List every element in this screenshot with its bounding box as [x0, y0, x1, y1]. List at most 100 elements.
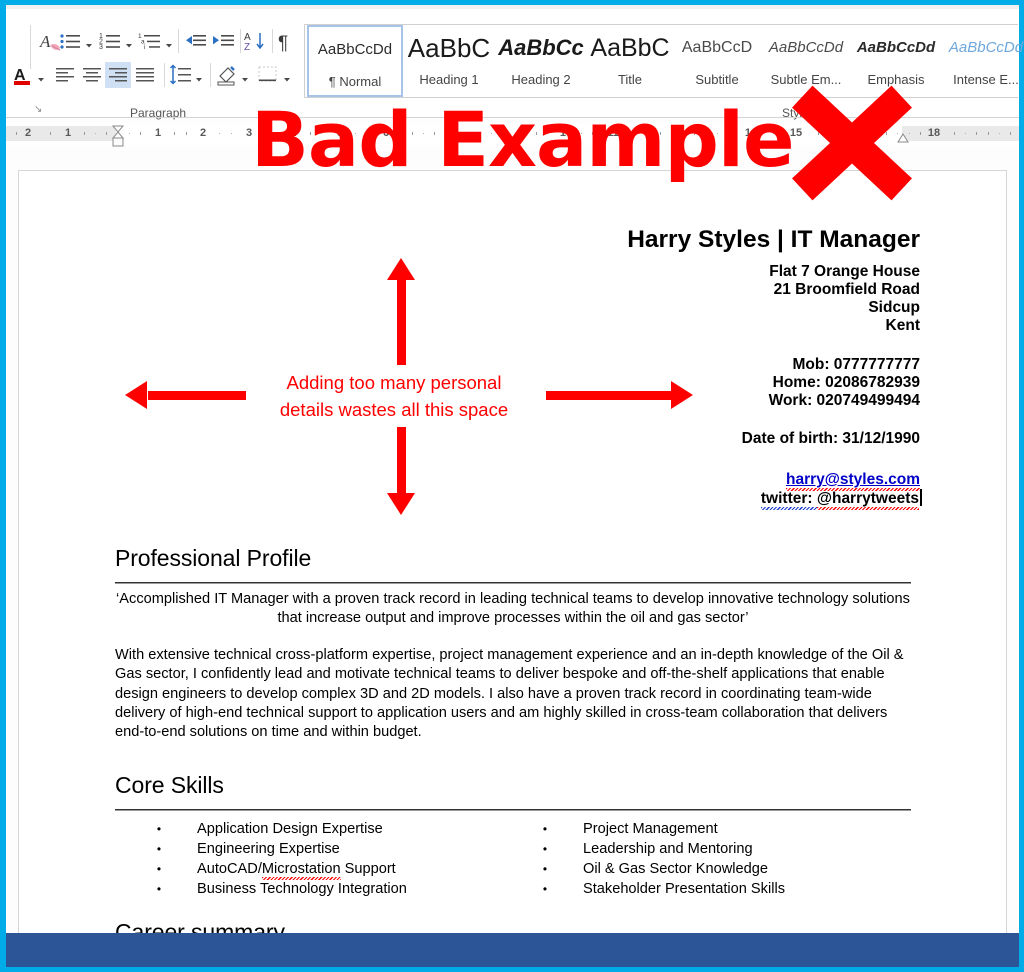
justify-button[interactable]: [134, 65, 158, 87]
multilevel-list-dropdown-arrow-icon[interactable]: [164, 37, 174, 48]
numbering-button[interactable]: 1 2 3: [98, 29, 124, 55]
borders-dropdown-arrow-icon[interactable]: [282, 71, 292, 82]
twitter-line: twitter: @harrytweets: [760, 489, 922, 510]
bullet-icon: •: [156, 822, 162, 836]
style-name-label: Subtitle: [695, 72, 739, 87]
decrease-indent-button[interactable]: [184, 31, 208, 53]
align-left-button[interactable]: [54, 65, 78, 87]
core-skill-item: • Oil & Gas Sector Knowledge: [539, 859, 909, 879]
font-color-dropdown-arrow-icon[interactable]: [36, 71, 46, 82]
left-indent-marker[interactable]: [110, 124, 126, 157]
text-cursor: [920, 489, 922, 506]
ruler-tick: [140, 132, 141, 135]
annotation-arrow-left-shaft: [148, 391, 246, 400]
svg-text:A: A: [39, 32, 51, 51]
core-skill-label: Leadership and Mentoring: [583, 841, 753, 857]
style-sample-text: AaBbC: [407, 33, 491, 63]
phone-mobile: Mob: 0777777777: [792, 356, 920, 373]
shading-button[interactable]: [214, 63, 240, 89]
ruler-tick: [954, 132, 955, 135]
core-skill-label: AutoCAD/Microstation Support: [197, 859, 396, 880]
address-line-2: 21 Broomfield Road: [773, 281, 920, 298]
style-item-intense-e[interactable]: AaBbCcDd Intense E...: [941, 25, 1024, 97]
style-sample-text: AaBbCcDd: [768, 39, 844, 56]
borders-button[interactable]: [256, 63, 280, 87]
ruler-tick: [106, 132, 107, 135]
style-sample-text: AaBbCc: [498, 35, 584, 60]
style-item-subtitle[interactable]: AaBbCcD Subtitle: [673, 25, 761, 97]
document-page[interactable]: Harry Styles | IT Manager Flat 7 Orange …: [18, 170, 1007, 938]
style-sample-text: AaBbCcDd: [856, 39, 936, 56]
style-name-label: Heading 2: [511, 72, 571, 87]
svg-text:¶: ¶: [278, 33, 288, 54]
style-name-label: ¶ Normal: [328, 74, 382, 89]
style-name-label: Heading 1: [419, 72, 479, 87]
core-skill-item: • Application Design Expertise: [153, 819, 513, 839]
ruler-tick: [1010, 132, 1011, 135]
ruler-tick: [174, 132, 175, 135]
align-center-button[interactable]: [81, 65, 105, 87]
phone-work: Work: 020749499494: [768, 392, 920, 409]
annotation-arrow-up-shaft: [397, 280, 406, 365]
core-skills-right-column: • Project Management • Leadership and Mento…: [539, 819, 909, 899]
ruler-tick: [84, 132, 85, 135]
annotation-arrow-right-head: [671, 381, 693, 409]
phone-home: Home: 02086782939: [772, 374, 920, 391]
svg-text:Z: Z: [244, 42, 250, 53]
bullet-icon: •: [542, 842, 548, 856]
ruler-tick: [186, 132, 187, 135]
line-spacing-button[interactable]: [168, 63, 194, 89]
date-of-birth: Date of birth: 31/12/1990: [741, 430, 920, 447]
profile-paragraph: With extensive technical cross-platform …: [115, 647, 904, 741]
document-body[interactable]: Harry Styles | IT Manager Flat 7 Orange …: [19, 171, 1006, 937]
style-item-heading-2[interactable]: AaBbCc Heading 2: [495, 25, 587, 97]
email-hyperlink[interactable]: harry@styles.com: [785, 471, 920, 491]
address-line-4: Kent: [885, 317, 920, 334]
show-formatting-marks-button[interactable]: ¶: [274, 29, 296, 55]
style-item-subtle-em[interactable]: AaBbCcDd Subtle Em...: [761, 25, 851, 97]
bullets-dropdown-arrow-icon[interactable]: [84, 37, 94, 48]
increase-indent-button[interactable]: [212, 31, 236, 53]
core-skill-label: Application Design Expertise: [197, 821, 383, 837]
style-item-title[interactable]: AaBbC Title: [587, 25, 673, 97]
annotation-arrow-right-shaft: [546, 391, 672, 400]
twitter-label: twitter:: [760, 490, 817, 510]
style-item-heading-1[interactable]: AaBbC Heading 1: [403, 25, 495, 97]
core-skill-label: Oil & Gas Sector Knowledge: [583, 861, 768, 877]
annotation-arrow-up-head: [387, 258, 415, 280]
ruler-number: 1: [154, 127, 162, 139]
paragraph-dialog-launcher[interactable]: ↘: [34, 104, 42, 115]
annotation-arrow-down-shaft: [397, 427, 406, 495]
style-sample-text: AaBbCcDd: [317, 41, 393, 58]
ruler-number: 2: [24, 127, 32, 139]
styles-gallery[interactable]: AaBbCcDd ¶ Normal AaBbC Heading 1 AaBbCc Head…: [304, 24, 1023, 98]
style-item-emphasis[interactable]: AaBbCcDd Emphasis: [851, 25, 941, 97]
ruler-tick: [16, 132, 17, 135]
core-skill-label: Business Technology Integration: [197, 881, 407, 897]
style-name-label: Emphasis: [867, 72, 925, 87]
bullet-icon: •: [156, 882, 162, 896]
bullets-button[interactable]: [58, 29, 84, 55]
style-item-normal[interactable]: AaBbCcDd ¶ Normal: [307, 25, 403, 97]
style-name-label: Intense E...: [953, 72, 1019, 87]
ruler-number: 2: [199, 127, 207, 139]
ruler-number: 18: [927, 127, 941, 139]
bottom-status-bar: [6, 933, 1019, 967]
shading-dropdown-arrow-icon[interactable]: [240, 71, 250, 82]
multilevel-list-button[interactable]: 1 a i: [138, 29, 164, 55]
email-text: harry@styles.com: [785, 471, 920, 491]
line-spacing-dropdown-arrow-icon[interactable]: [194, 71, 204, 82]
font-color-button[interactable]: A: [12, 63, 38, 89]
core-skill-item: • Leadership and Mentoring: [539, 839, 909, 859]
sort-button[interactable]: A Z: [244, 29, 268, 55]
ribbon-top-strip: [6, 5, 1019, 9]
annotation-arrow-down-head: [387, 493, 415, 515]
address-line-3: Sidcup: [868, 299, 920, 316]
core-skill-item: • Stakeholder Presentation Skills: [539, 879, 909, 899]
ruler-tick: [129, 133, 130, 134]
core-skill-item: • AutoCAD/Microstation Support: [153, 859, 513, 880]
section-heading-core-skills: Core Skills: [115, 772, 224, 798]
ribbon-separator: [210, 63, 211, 87]
align-right-button[interactable]: [107, 65, 131, 87]
numbering-dropdown-arrow-icon[interactable]: [124, 37, 134, 48]
